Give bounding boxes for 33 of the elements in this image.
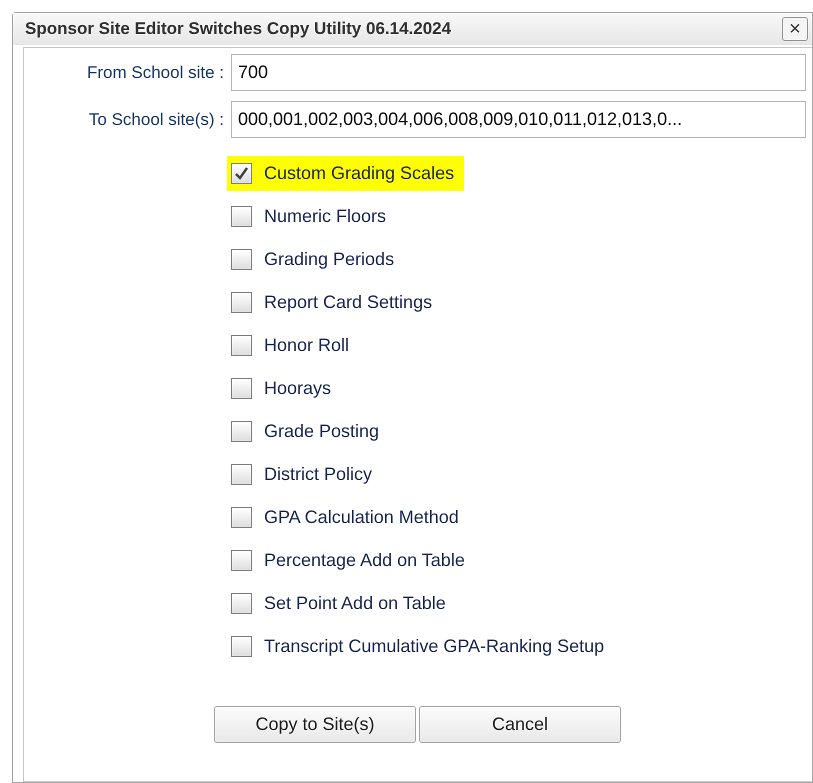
field-label: From School site : (86, 62, 225, 84)
checkbox-label: Numeric Floors (264, 205, 386, 228)
close-button[interactable]: × (782, 17, 808, 41)
field-label: To School site(s) : (88, 108, 225, 131)
checkbox-label: Report Card Settings (264, 291, 432, 314)
checkbox[interactable] (231, 421, 252, 442)
window-title: Sponsor Site Editor Switches Copy Utility 06.14.2024 (25, 18, 452, 40)
input-field[interactable]: 700 (231, 54, 806, 91)
checkbox-label: Honor Roll (264, 334, 350, 357)
checkbox[interactable] (231, 378, 252, 399)
checkbox[interactable] (231, 550, 252, 571)
checkbox[interactable] (231, 163, 252, 184)
checkbox-label: District Policy (264, 463, 372, 486)
checkbox[interactable] (231, 593, 252, 614)
checkbox[interactable] (231, 464, 252, 485)
check-icon (234, 166, 249, 181)
checkbox[interactable] (231, 636, 252, 657)
input-field[interactable]: 000,001,002,003,004,006,008,009,010,011,012,013,0... (231, 101, 806, 138)
checkbox-label: GPA Calculation Method (264, 506, 459, 529)
checkbox[interactable] (231, 335, 252, 356)
copy-button[interactable]: Copy to Site(s) (214, 706, 416, 743)
checkbox-label: Grade Posting (264, 420, 380, 443)
checkbox-label: Custom Grading Scales (264, 162, 454, 185)
checkbox-label: Transcript Cumulative GPA-Ranking Setup (264, 635, 604, 658)
checkbox-label: Hoorays (264, 377, 332, 400)
checkbox[interactable] (231, 507, 252, 528)
checkbox-label: Set Point Add on Table (264, 592, 446, 615)
checkbox[interactable] (231, 206, 252, 227)
checkbox-label: Grading Periods (264, 248, 394, 271)
checkbox-label: Percentage Add on Table (264, 549, 465, 572)
cancel-button[interactable]: Cancel (419, 706, 621, 743)
checkbox[interactable] (231, 249, 252, 270)
checkbox[interactable] (231, 292, 252, 313)
